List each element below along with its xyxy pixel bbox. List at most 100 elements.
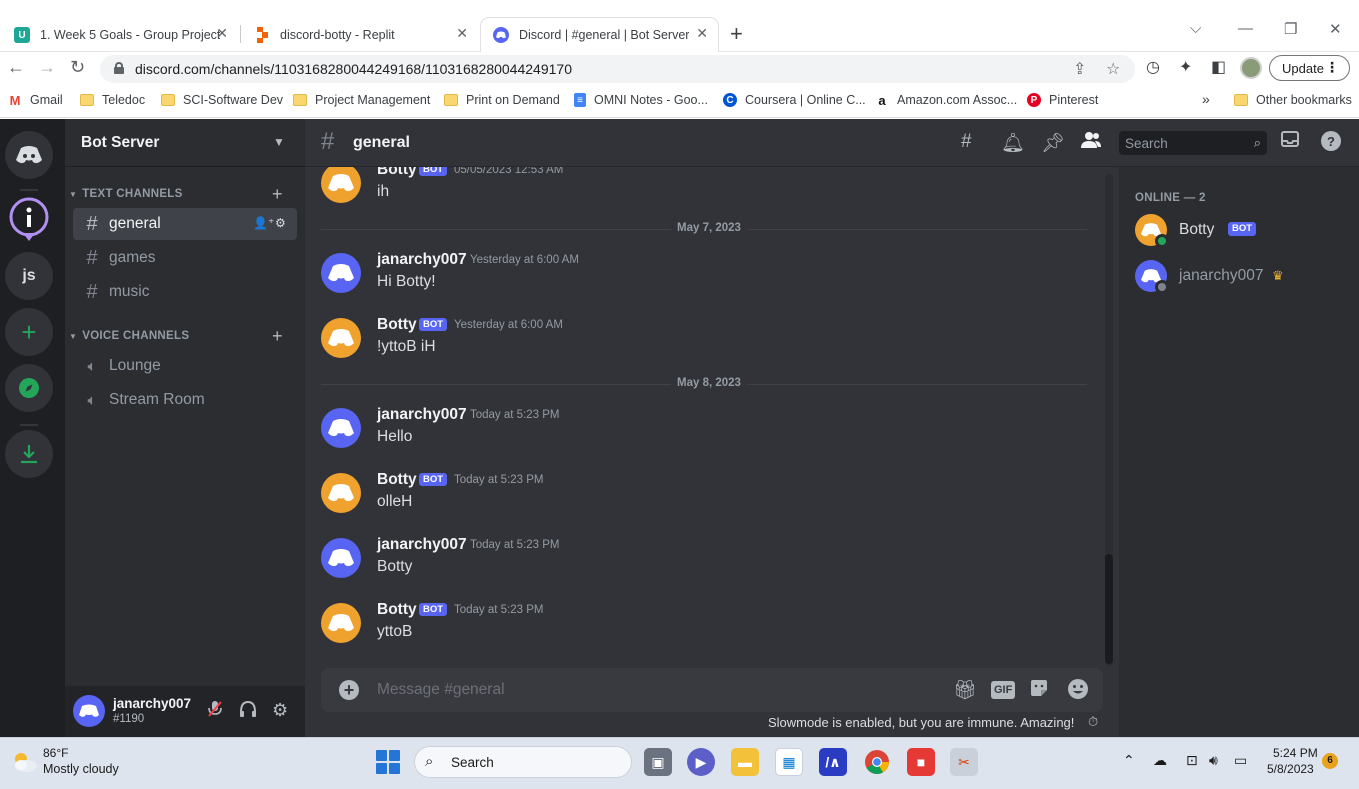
file-explorer-icon[interactable]: ▬ [731,748,759,776]
show-hidden-icons-chevron-icon[interactable]: ⌃ [1123,752,1135,769]
message-scrollbar-thumb[interactable] [1105,554,1113,664]
server-i-icon[interactable] [5,195,53,243]
onedrive-cloud-icon[interactable]: ☁ [1153,752,1167,769]
windows-start-icon[interactable] [376,750,400,774]
tab-discord[interactable]: Discord | #general | Bot Server ✕ [481,18,718,52]
bookmark-amazon[interactable]: a Amazon.com Assoc... [875,93,1017,108]
channel-settings-gear-icon[interactable]: ⚙ [275,216,286,230]
update-button[interactable]: Update ⋮ [1269,55,1350,81]
member-janarchy007[interactable]: janarchy007 ♛ [1135,260,1345,300]
bookmark-coursera[interactable]: C Coursera | Online C... [723,93,866,107]
weather-description[interactable]: Mostly cloudy [43,762,119,776]
sticker-icon[interactable] [1029,678,1049,704]
text-channels-category[interactable]: ▼ TEXT CHANNELS [69,188,183,200]
create-voice-channel-icon[interactable]: + [272,326,283,347]
close-tab-icon[interactable]: ✕ [456,25,468,42]
explore-servers-icon[interactable] [5,364,53,412]
user-avatar[interactable] [321,253,361,293]
bookmark-print-on-demand[interactable]: Print on Demand [444,93,560,107]
app-icon[interactable]: /∧ [819,748,847,776]
bookmark-other-bookmarks[interactable]: Other bookmarks [1234,93,1352,107]
voice-channels-category[interactable]: ▼ VOICE CHANNELS [69,330,189,342]
extensions-icon[interactable]: ✦ [1179,57,1192,77]
user-avatar[interactable] [73,695,105,727]
bookmark-pinterest[interactable]: P Pinterest [1027,93,1098,107]
member-list-icon[interactable] [1081,131,1101,155]
clock-time[interactable]: 5:24 PM [1273,746,1318,760]
volume-icon[interactable]: 🔊︎ [1209,752,1218,769]
reload-icon[interactable]: ↻ [70,57,85,78]
create-text-channel-icon[interactable]: + [272,184,283,205]
help-icon[interactable]: ? [1321,131,1341,157]
task-view-icon[interactable]: ▣ [644,748,672,776]
url-text[interactable]: discord.com/channels/1103168280044249168… [135,61,572,77]
tab-week5-goals[interactable]: U 1. Week 5 Goals - Group Project ✕ [2,18,238,52]
close-window-icon[interactable]: ✕ [1329,20,1342,38]
side-panel-icon[interactable]: ◧ [1211,57,1226,77]
bookmark-omni-notes[interactable]: ≡ OMNI Notes - Goo... [574,93,708,107]
bot-avatar[interactable] [321,318,361,358]
search-input[interactable]: Search ⌕ [1119,131,1267,155]
server-js[interactable]: js [5,252,53,300]
voice-channel-stream-room[interactable]: 🔈︎ Stream Room [73,384,297,416]
microsoft-store-icon[interactable]: ▦ [775,748,803,776]
headphones-icon[interactable] [239,700,257,723]
bookmark-project-management[interactable]: Project Management [293,93,430,107]
tab-replit[interactable]: discord-botty - Replit ✕ [242,18,478,52]
share-icon[interactable]: ⇪ [1073,59,1086,79]
user-avatar[interactable] [321,408,361,448]
add-server-icon[interactable]: + [5,308,53,356]
gif-button[interactable]: GIF [991,681,1016,699]
teams-chat-icon[interactable]: ▶ [687,748,715,776]
user-settings-gear-icon[interactable]: ⚙ [272,700,288,721]
channel-general[interactable]: # general 👤⁺ ⚙ [73,208,297,240]
user-avatar[interactable] [321,538,361,578]
message-author[interactable]: Botty [377,471,417,489]
channel-games[interactable]: # games [73,242,297,274]
message-author[interactable]: janarchy007 [377,536,467,554]
notification-bell-icon[interactable]: 🔔︎ [1001,131,1025,155]
bookmarks-overflow-button[interactable]: » [1202,91,1210,107]
bot-avatar[interactable] [321,603,361,643]
channel-music[interactable]: # music [73,276,297,308]
recorder-app-icon[interactable]: ■ [907,748,935,776]
bookmark-sci-software-dev[interactable]: SCI-Software Dev [161,93,283,107]
notification-badge[interactable]: 6 [1322,753,1338,769]
bookmark-teledoc[interactable]: Teledoc [80,93,145,107]
bot-avatar[interactable] [321,167,361,203]
battery-icon[interactable]: ▭ [1234,752,1247,769]
invite-icon[interactable]: 👤⁺ [253,216,274,230]
voice-channel-lounge[interactable]: 🔈︎ Lounge [73,350,297,382]
discord-home-button[interactable] [5,131,53,179]
pinned-messages-icon[interactable]: 📌︎ [1041,131,1065,155]
back-icon[interactable]: ← [7,57,25,78]
chrome-icon[interactable] [863,748,891,776]
gift-icon[interactable]: 🎁︎ [953,678,977,702]
minimize-icon[interactable]: — [1238,20,1253,37]
user-name[interactable]: janarchy007 [113,696,191,711]
message-author[interactable]: janarchy007 [377,251,467,269]
network-icon[interactable]: ⊡ [1186,752,1198,769]
close-tab-icon[interactable]: ✕ [216,25,228,42]
message-author[interactable]: Botty [377,167,417,179]
taskbar-search[interactable]: ⌕ Search [414,746,632,778]
forward-icon[interactable]: → [38,57,56,78]
mute-mic-icon[interactable] [207,700,223,723]
bot-avatar[interactable] [321,473,361,513]
inbox-icon[interactable] [1281,131,1299,153]
bookmark-gmail[interactable]: M Gmail [8,93,63,108]
new-tab-button[interactable]: + [730,21,743,47]
member-botty[interactable]: Botty BOT [1135,214,1345,254]
add-attachment-icon[interactable]: + [339,680,359,700]
cloudy-weather-icon[interactable] [10,750,38,774]
close-tab-icon[interactable]: ✕ [696,25,708,42]
restore-icon[interactable]: ❐ [1284,20,1297,38]
threads-icon[interactable]: # [961,131,972,153]
history-icon[interactable]: ◷ [1146,57,1160,77]
profile-avatar[interactable] [1240,57,1262,79]
message-author[interactable]: Botty [377,316,417,334]
message-author[interactable]: janarchy007 [377,406,467,424]
message-composer[interactable]: + Message #general 🎁︎ GIF [321,668,1103,712]
weather-temperature[interactable]: 86°F [43,746,68,760]
snipping-tool-icon[interactable]: ✂ [950,748,978,776]
